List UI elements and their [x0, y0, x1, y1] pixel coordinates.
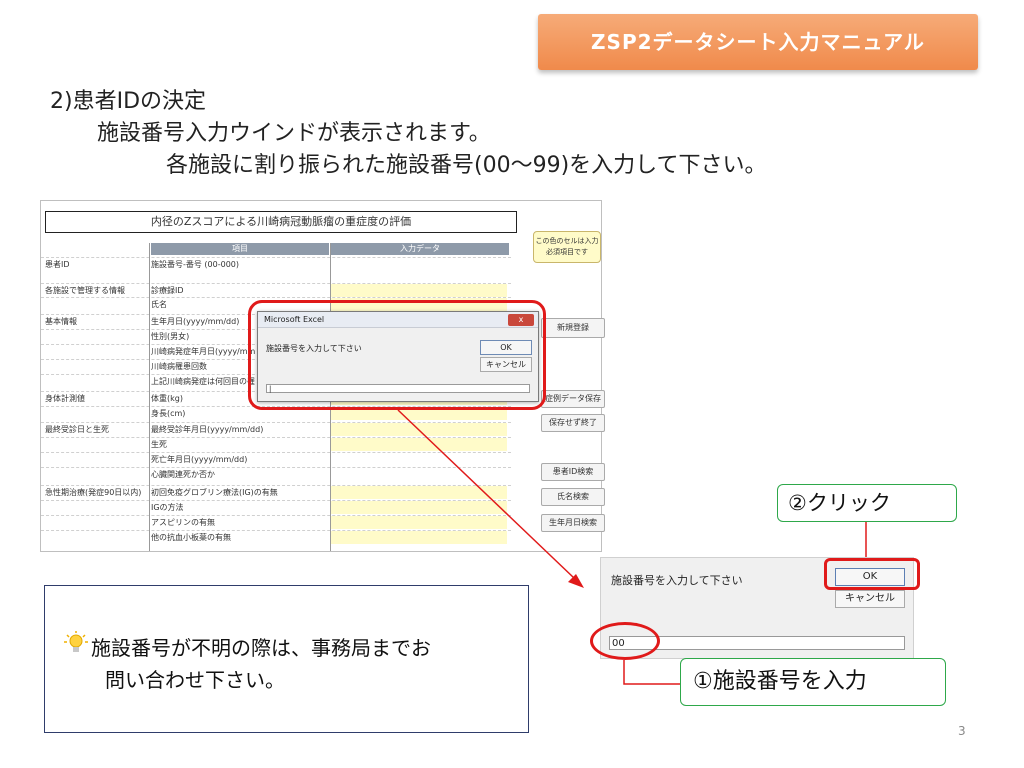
input-field-highlight — [590, 622, 660, 660]
note-box: 施設番号が不明の際は、事務局までお 問い合わせ下さい。 — [44, 585, 529, 733]
zoom-cancel-button[interactable]: キャンセル — [835, 590, 905, 608]
lightbulb-icon — [63, 630, 89, 664]
page-number: 3 — [958, 724, 966, 738]
note-line-1: 施設番号が不明の際は、事務局までお — [91, 636, 431, 660]
click-label: ②クリック — [777, 484, 957, 522]
ok-button-highlight — [824, 558, 920, 590]
note-line-2: 問い合わせ下さい。 — [105, 668, 285, 692]
enter-facility-number-label: ①施設番号を入力 — [680, 658, 946, 706]
zoom-dialog-message: 施設番号を入力して下さい — [611, 574, 743, 587]
